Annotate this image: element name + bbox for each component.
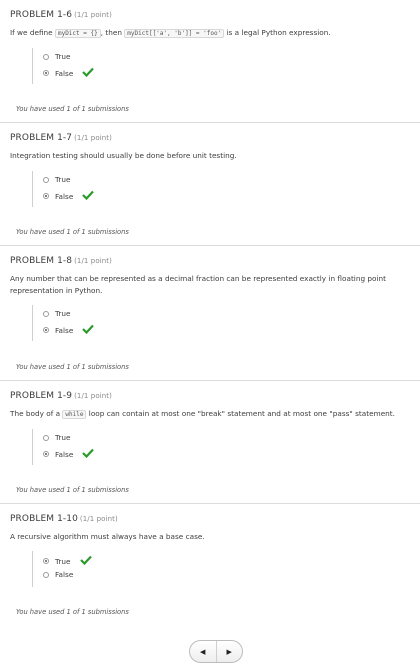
problem-1-9: PROBLEM 1-9 (1/1 point) The body of a whi…: [0, 380, 420, 504]
radio-button[interactable]: [43, 571, 49, 578]
question-text: Any number that can be represented as a …: [10, 274, 387, 295]
chevron-right-icon: ▶: [226, 647, 232, 656]
correct-check-icon: [82, 67, 95, 79]
question-text: Integration testing should usually be do…: [10, 151, 237, 160]
submission-status: You have used 1 of 1 submissions: [16, 608, 129, 616]
problem-title: PROBLEM 1-6 (1/1 point): [10, 10, 112, 20]
problem-points: (1/1 point): [74, 392, 112, 400]
problem-1-6: PROBLEM 1-6 (1/1 point) If we define myDi…: [0, 0, 420, 122]
choice-true[interactable]: True: [43, 433, 71, 442]
question-text: If we define myDict = {}, then myDict[['…: [10, 28, 331, 38]
previous-page-button[interactable]: ◀: [190, 641, 216, 662]
submission-status: You have used 1 of 1 submissions: [16, 105, 129, 113]
correct-check-icon: [82, 448, 95, 460]
question-text: A recursive algorithm must always have a…: [10, 532, 205, 541]
problem-title: PROBLEM 1-10 (1/1 point): [10, 514, 118, 524]
choice-false[interactable]: False: [43, 324, 95, 336]
code-snippet: while: [62, 410, 87, 419]
radio-button-selected[interactable]: [43, 193, 49, 199]
submission-status: You have used 1 of 1 submissions: [16, 363, 129, 371]
radio-button[interactable]: [43, 53, 49, 60]
choice-false[interactable]: False: [43, 570, 73, 579]
problem-title: PROBLEM 1-7 (1/1 point): [10, 133, 112, 143]
choice-false[interactable]: False: [43, 190, 95, 202]
problem-1-8: PROBLEM 1-8 (1/1 point) Any number that c…: [0, 245, 420, 380]
correct-check-icon: [82, 324, 95, 336]
choice-false[interactable]: False: [43, 448, 95, 460]
problem-points: (1/1 point): [74, 11, 112, 19]
radio-button[interactable]: [43, 176, 49, 183]
radio-button-selected[interactable]: [43, 558, 49, 564]
choices-group: True False: [32, 551, 92, 587]
radio-button-selected[interactable]: [43, 451, 49, 457]
radio-button-selected[interactable]: [43, 70, 49, 76]
problem-points: (1/1 point): [74, 257, 112, 265]
problem-title: PROBLEM 1-9 (1/1 point): [10, 391, 112, 401]
problem-points: (1/1 point): [79, 515, 118, 523]
problem-points: (1/1 point): [74, 134, 112, 142]
radio-button-selected[interactable]: [43, 327, 49, 333]
code-snippet: myDict = {}: [54, 29, 101, 38]
pagination-control: ◀ ▶: [189, 640, 243, 663]
submission-status: You have used 1 of 1 submissions: [16, 486, 129, 494]
choice-true[interactable]: True: [43, 555, 92, 567]
next-page-button[interactable]: ▶: [215, 641, 243, 662]
correct-check-icon: [79, 555, 92, 567]
radio-button[interactable]: [43, 434, 49, 441]
choices-group: True False: [32, 48, 95, 84]
choices-group: True False: [32, 171, 95, 207]
radio-button[interactable]: [43, 310, 49, 317]
choices-group: True False: [32, 429, 95, 465]
question-text: The body of a while loop can contain at …: [10, 409, 395, 419]
choices-group: True False: [32, 305, 95, 341]
choice-true[interactable]: True: [43, 52, 71, 61]
code-snippet: myDict[['a', 'b']] = 'foo': [124, 29, 225, 38]
chevron-left-icon: ◀: [200, 647, 206, 656]
correct-check-icon: [82, 190, 95, 202]
choice-true[interactable]: True: [43, 175, 71, 184]
choice-true[interactable]: True: [43, 309, 71, 318]
submission-status: You have used 1 of 1 submissions: [16, 228, 129, 236]
problem-title: PROBLEM 1-8 (1/1 point): [10, 256, 112, 266]
choice-false[interactable]: False: [43, 67, 95, 79]
problem-1-10: PROBLEM 1-10 (1/1 point) A recursive algo…: [0, 503, 420, 626]
problem-1-7: PROBLEM 1-7 (1/1 point) Integration testi…: [0, 122, 420, 245]
